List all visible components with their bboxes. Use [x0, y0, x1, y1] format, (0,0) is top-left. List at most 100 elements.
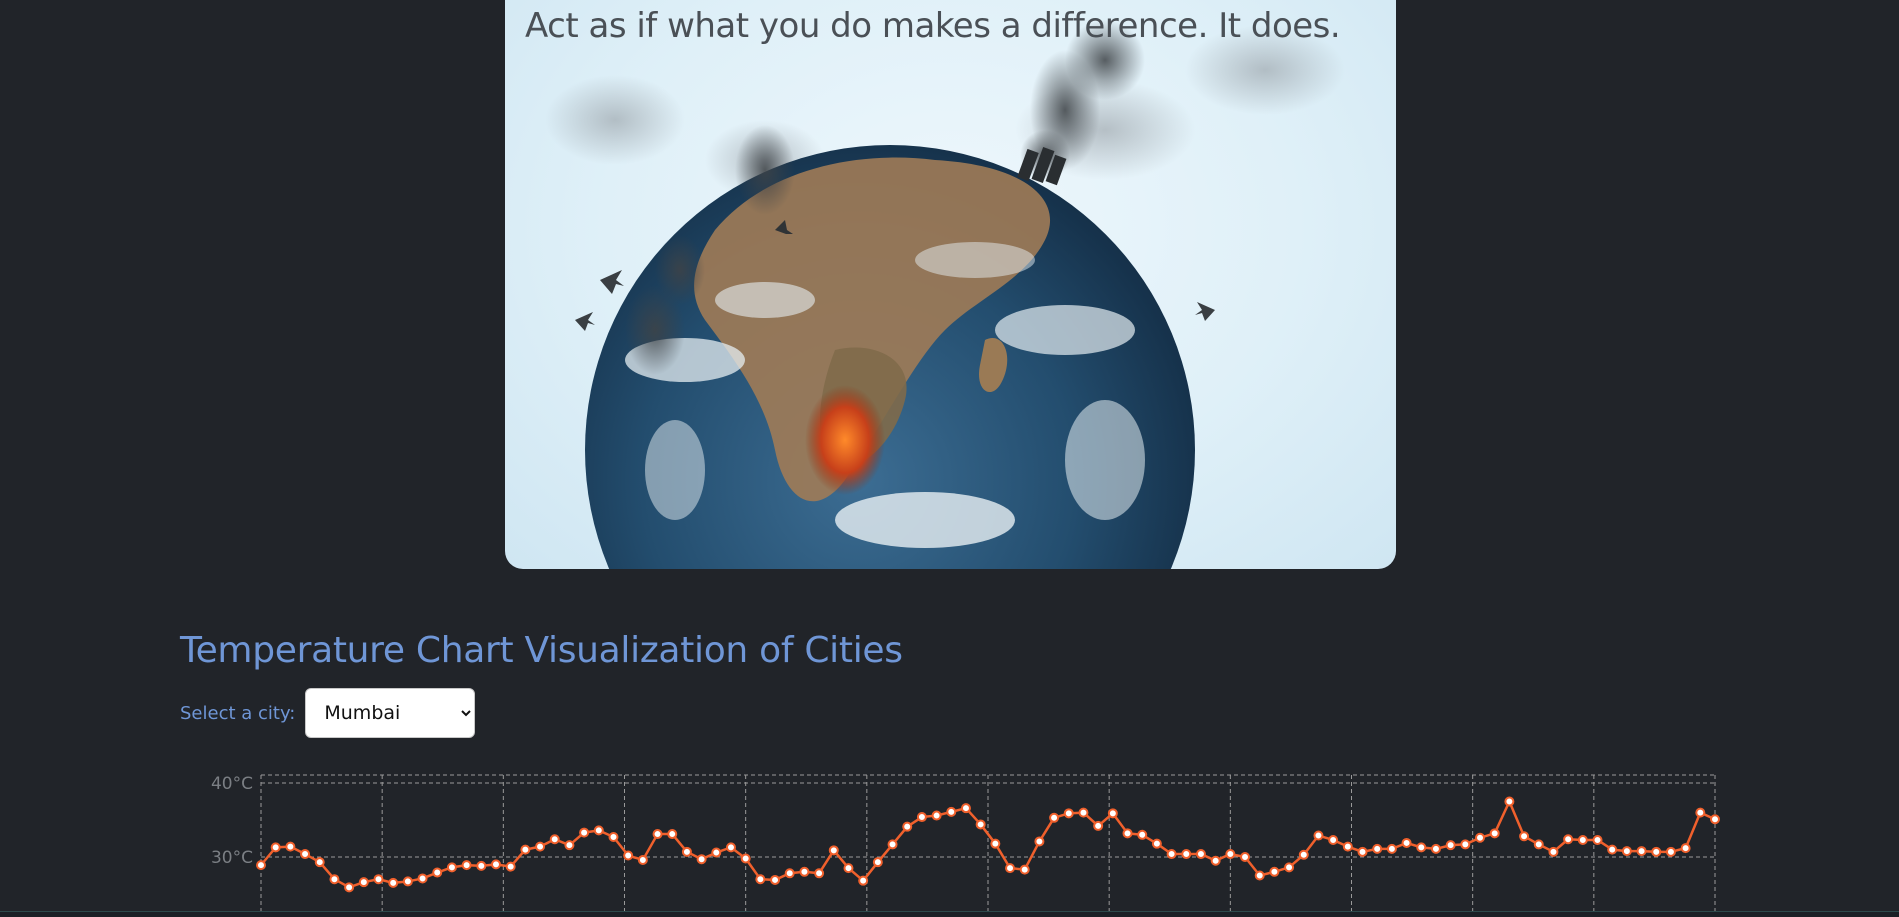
- temperature-data-point: [799, 866, 810, 877]
- temperature-data-point: [1019, 864, 1030, 875]
- temperature-data-point: [285, 841, 296, 852]
- temperature-data-point: [1298, 849, 1309, 860]
- temperature-data-point: [1269, 866, 1280, 877]
- temperature-data-point: [535, 841, 546, 852]
- temperature-data-point: [1254, 870, 1265, 881]
- temperature-data-point: [1342, 841, 1353, 852]
- temperature-data-point: [637, 854, 648, 865]
- temperature-data-point: [784, 868, 795, 879]
- temperature-data-point: [505, 861, 516, 872]
- temperature-data-point: [549, 834, 560, 845]
- temperature-data-point: [916, 812, 927, 823]
- temperature-data-point: [446, 862, 457, 873]
- temperature-data-point: [1034, 836, 1045, 847]
- temperature-data-point: [1445, 840, 1456, 851]
- temperature-data-point: [579, 827, 590, 838]
- city-selector-row: Select a city: Mumbai: [180, 688, 476, 738]
- temperature-data-point: [843, 863, 854, 874]
- temperature-data-point: [344, 882, 355, 893]
- temperature-data-point: [872, 857, 883, 868]
- chart-section-title: Temperature Chart Visualization of Citie…: [180, 630, 903, 671]
- temperature-data-point: [432, 867, 443, 878]
- y-tick-label: 30°C: [211, 848, 253, 868]
- temperature-data-point: [402, 876, 413, 887]
- temperature-data-point: [1577, 834, 1588, 845]
- temperature-data-point: [1166, 849, 1177, 860]
- y-tick-label: 40°C: [211, 774, 253, 794]
- temperature-data-point: [1548, 846, 1559, 857]
- temperature-data-point: [417, 873, 428, 884]
- temperature-data-point: [1107, 808, 1118, 819]
- temperature-data-point: [1386, 843, 1397, 854]
- temperature-data-point: [623, 850, 634, 861]
- temperature-data-point: [814, 868, 825, 879]
- bottom-border: [0, 911, 1899, 917]
- temperature-data-point: [1195, 849, 1206, 860]
- temperature-data-point: [1401, 837, 1412, 848]
- temperature-data-point: [1416, 842, 1427, 853]
- temperature-data-point: [770, 874, 781, 885]
- city-select[interactable]: Mumbai: [305, 688, 476, 738]
- temperature-data-point: [1137, 829, 1148, 840]
- temperature-data-point: [711, 847, 722, 858]
- hero-image-card: Act as if what you do makes a difference…: [505, 0, 1396, 569]
- temperature-data-point: [1680, 843, 1691, 854]
- temperature-data-point: [388, 877, 399, 888]
- temperature-data-point: [1093, 820, 1104, 831]
- temperature-data-point: [1504, 796, 1515, 807]
- temperature-data-point: [652, 829, 663, 840]
- temperature-data-point: [1665, 846, 1676, 857]
- temperature-data-point: [256, 860, 266, 871]
- temperature-data-point: [1063, 808, 1074, 819]
- temperature-data-point: [1181, 849, 1192, 860]
- temperature-data-point: [1151, 838, 1162, 849]
- temperature-data-point: [1313, 830, 1324, 841]
- temperature-data-point: [887, 839, 898, 850]
- temperature-data-point: [1430, 843, 1441, 854]
- temperature-data-point: [1122, 828, 1133, 839]
- temperature-data-point: [564, 840, 575, 851]
- temperature-data-point: [1563, 834, 1574, 845]
- temperature-data-point: [358, 877, 369, 888]
- hero-quote: Act as if what you do makes a difference…: [525, 6, 1341, 46]
- temperature-data-point: [1695, 807, 1706, 818]
- temperature-data-point: [1049, 812, 1060, 823]
- temperature-data-point: [990, 838, 1001, 849]
- temperature-data-point: [461, 860, 472, 871]
- temperature-data-point: [1328, 834, 1339, 845]
- temperature-data-point: [1225, 849, 1236, 860]
- temperature-data-point: [1240, 852, 1251, 862]
- temperature-data-point: [593, 825, 604, 836]
- temperature-data-point: [1621, 846, 1632, 857]
- temperature-data-point: [858, 875, 869, 886]
- temperature-data-point: [1592, 834, 1603, 845]
- temperature-data-point: [1210, 855, 1221, 866]
- temperature-data-point: [1357, 846, 1368, 857]
- temperature-line-chart: 40°C 30°C: [211, 774, 1720, 917]
- temperature-data-point: [1651, 846, 1662, 857]
- temperature-data-point: [1005, 863, 1016, 874]
- temperature-data-point: [681, 846, 692, 857]
- earth-pollution-illustration: [545, 20, 1345, 569]
- temperature-data-point: [946, 806, 957, 817]
- temperature-data-point: [931, 810, 942, 821]
- temperature-data-point: [960, 803, 971, 814]
- temperature-data-point: [902, 821, 913, 832]
- temperature-data-point: [696, 854, 707, 865]
- city-select-label: Select a city:: [180, 702, 296, 724]
- page: Act as if what you do makes a difference…: [0, 0, 1899, 917]
- temperature-data-point: [329, 874, 340, 885]
- temperature-data-point: [1489, 828, 1500, 839]
- temperature-data-point: [314, 857, 325, 868]
- temperature-data-point: [520, 844, 531, 855]
- temperature-chart: 40°C 30°C: [180, 760, 1740, 917]
- temperature-data-point: [1519, 831, 1530, 842]
- temperature-data-point: [373, 874, 384, 885]
- temperature-data-point: [1372, 843, 1383, 854]
- temperature-data-point: [1607, 844, 1618, 855]
- temperature-data-point: [476, 860, 487, 871]
- temperature-data-point: [1284, 862, 1295, 873]
- temperature-data-point: [1078, 807, 1089, 818]
- temperature-data-point: [300, 849, 311, 860]
- temperature-data-point: [1710, 814, 1720, 825]
